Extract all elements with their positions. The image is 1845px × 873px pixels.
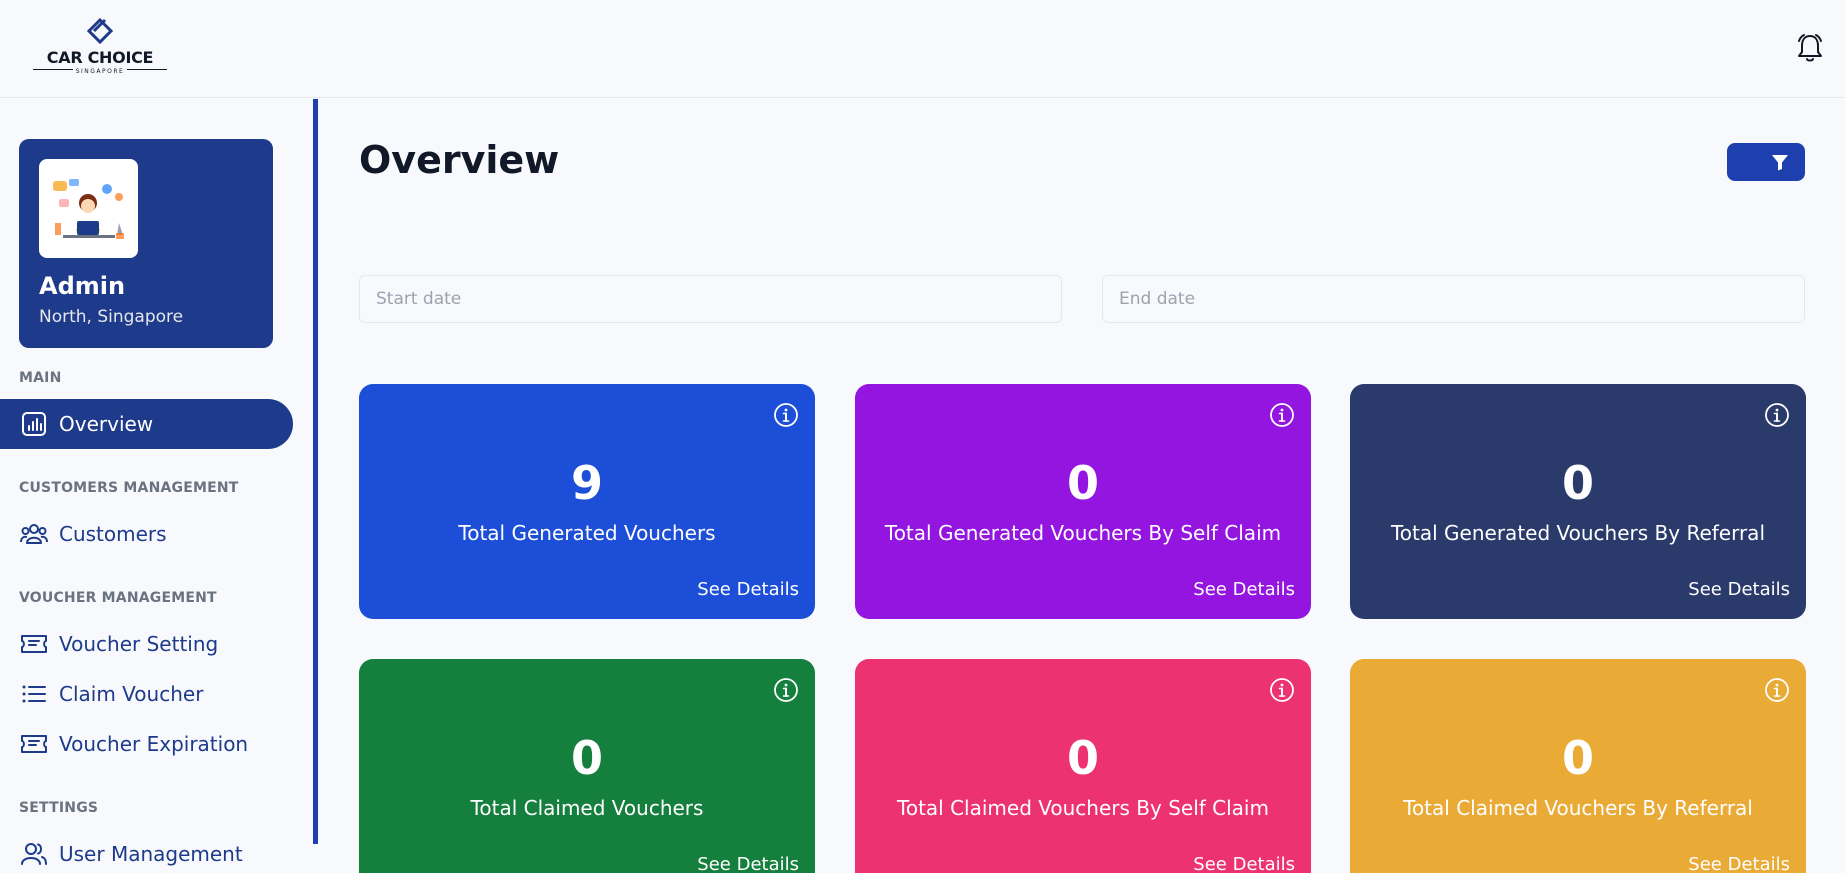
- stat-card: 0 Total Generated Vouchers By Referral See…: [1350, 384, 1806, 619]
- see-details-link[interactable]: See Details: [1193, 854, 1295, 873]
- users-icon: [20, 840, 48, 868]
- start-date-input[interactable]: [359, 275, 1062, 323]
- sidebar-item-label: User Management: [59, 842, 243, 866]
- info-icon[interactable]: [1269, 677, 1295, 703]
- bell-icon[interactable]: [1795, 32, 1825, 64]
- stat-label: Total Claimed Vouchers: [470, 796, 704, 820]
- stat-label: Total Claimed Vouchers By Referral: [1403, 796, 1753, 820]
- stat-value: 0: [1066, 456, 1099, 510]
- see-details-link[interactable]: See Details: [697, 579, 799, 600]
- logo-mark-icon: [86, 18, 114, 45]
- sidebar-item-claim-voucher[interactable]: Claim Voucher: [0, 669, 293, 719]
- info-icon[interactable]: [1269, 402, 1295, 428]
- stat-value: 0: [1561, 731, 1594, 785]
- stat-card: 0 Total Claimed Vouchers See Details: [359, 659, 815, 873]
- stat-value: 0: [1066, 731, 1099, 785]
- stat-card: 9 Total Generated Vouchers See Details: [359, 384, 815, 619]
- sidebar: Admin North, Singapore MAIN Overview CUS…: [0, 99, 314, 873]
- sidebar-item-label: Voucher Setting: [59, 632, 219, 656]
- avatar-illustration: [53, 179, 124, 239]
- profile-location: North, Singapore: [39, 307, 184, 327]
- section-label-customers: CUSTOMERS MANAGEMENT: [19, 480, 239, 496]
- brand-logo[interactable]: CAR CHOICE SINGAPORE: [33, 18, 167, 78]
- stat-card: 0 Total Claimed Vouchers By Self Claim See…: [855, 659, 1311, 873]
- info-icon[interactable]: [1764, 677, 1790, 703]
- list-icon: [20, 680, 48, 708]
- sidebar-item-label: Voucher Expiration: [59, 732, 249, 756]
- sidebar-item-label: Claim Voucher: [59, 682, 204, 706]
- top-bar: CAR CHOICE SINGAPORE: [0, 0, 1845, 98]
- filter-icon: [1772, 155, 1788, 171]
- see-details-link[interactable]: See Details: [1193, 579, 1295, 600]
- section-label-main: MAIN: [19, 370, 62, 386]
- brand-name: CAR CHOICE: [46, 48, 154, 67]
- ticket-icon: [20, 730, 48, 758]
- stat-label: Total Claimed Vouchers By Self Claim: [897, 796, 1269, 820]
- section-label-settings: SETTINGS: [19, 800, 99, 816]
- stat-value: 0: [570, 731, 603, 785]
- profile-name: Admin: [39, 272, 126, 300]
- end-date-input[interactable]: [1102, 275, 1805, 323]
- sidebar-item-customers[interactable]: Customers: [0, 509, 293, 559]
- section-label-vouchers: VOUCHER MANAGEMENT: [19, 590, 217, 606]
- info-icon[interactable]: [773, 677, 799, 703]
- sidebar-scrollbar[interactable]: [313, 99, 318, 844]
- avatar[interactable]: [39, 159, 138, 258]
- stat-label: Total Generated Vouchers By Referral: [1390, 521, 1765, 545]
- stat-label: Total Generated Vouchers By Self Claim: [884, 521, 1282, 545]
- stat-value: 0: [1561, 456, 1594, 510]
- profile-card: Admin North, Singapore: [19, 139, 273, 348]
- sidebar-item-label: Customers: [59, 522, 167, 546]
- ticket-icon: [20, 630, 48, 658]
- stat-card: 0 Total Claimed Vouchers By Referral See D…: [1350, 659, 1806, 873]
- info-icon[interactable]: [1764, 402, 1790, 428]
- see-details-link[interactable]: See Details: [697, 854, 799, 873]
- see-details-link[interactable]: See Details: [1688, 579, 1790, 600]
- see-details-link[interactable]: See Details: [1688, 854, 1790, 873]
- sidebar-item-overview[interactable]: Overview: [0, 399, 293, 449]
- brand-tagline: SINGAPORE: [33, 68, 167, 75]
- sidebar-item-voucher-setting[interactable]: Voucher Setting: [0, 619, 293, 669]
- stat-label: Total Generated Vouchers: [458, 521, 716, 545]
- filter-button[interactable]: [1727, 143, 1805, 181]
- stat-value: 9: [570, 456, 603, 510]
- info-icon[interactable]: [773, 402, 799, 428]
- bar-chart-icon: [20, 410, 48, 438]
- sidebar-item-label: Overview: [59, 412, 154, 436]
- stat-card: 0 Total Generated Vouchers By Self Claim S…: [855, 384, 1311, 619]
- sidebar-item-voucher-expiration[interactable]: Voucher Expiration: [0, 719, 293, 769]
- page-title: Overview: [359, 138, 560, 182]
- sidebar-item-user-management[interactable]: User Management: [0, 829, 293, 873]
- users-icon: [20, 520, 48, 548]
